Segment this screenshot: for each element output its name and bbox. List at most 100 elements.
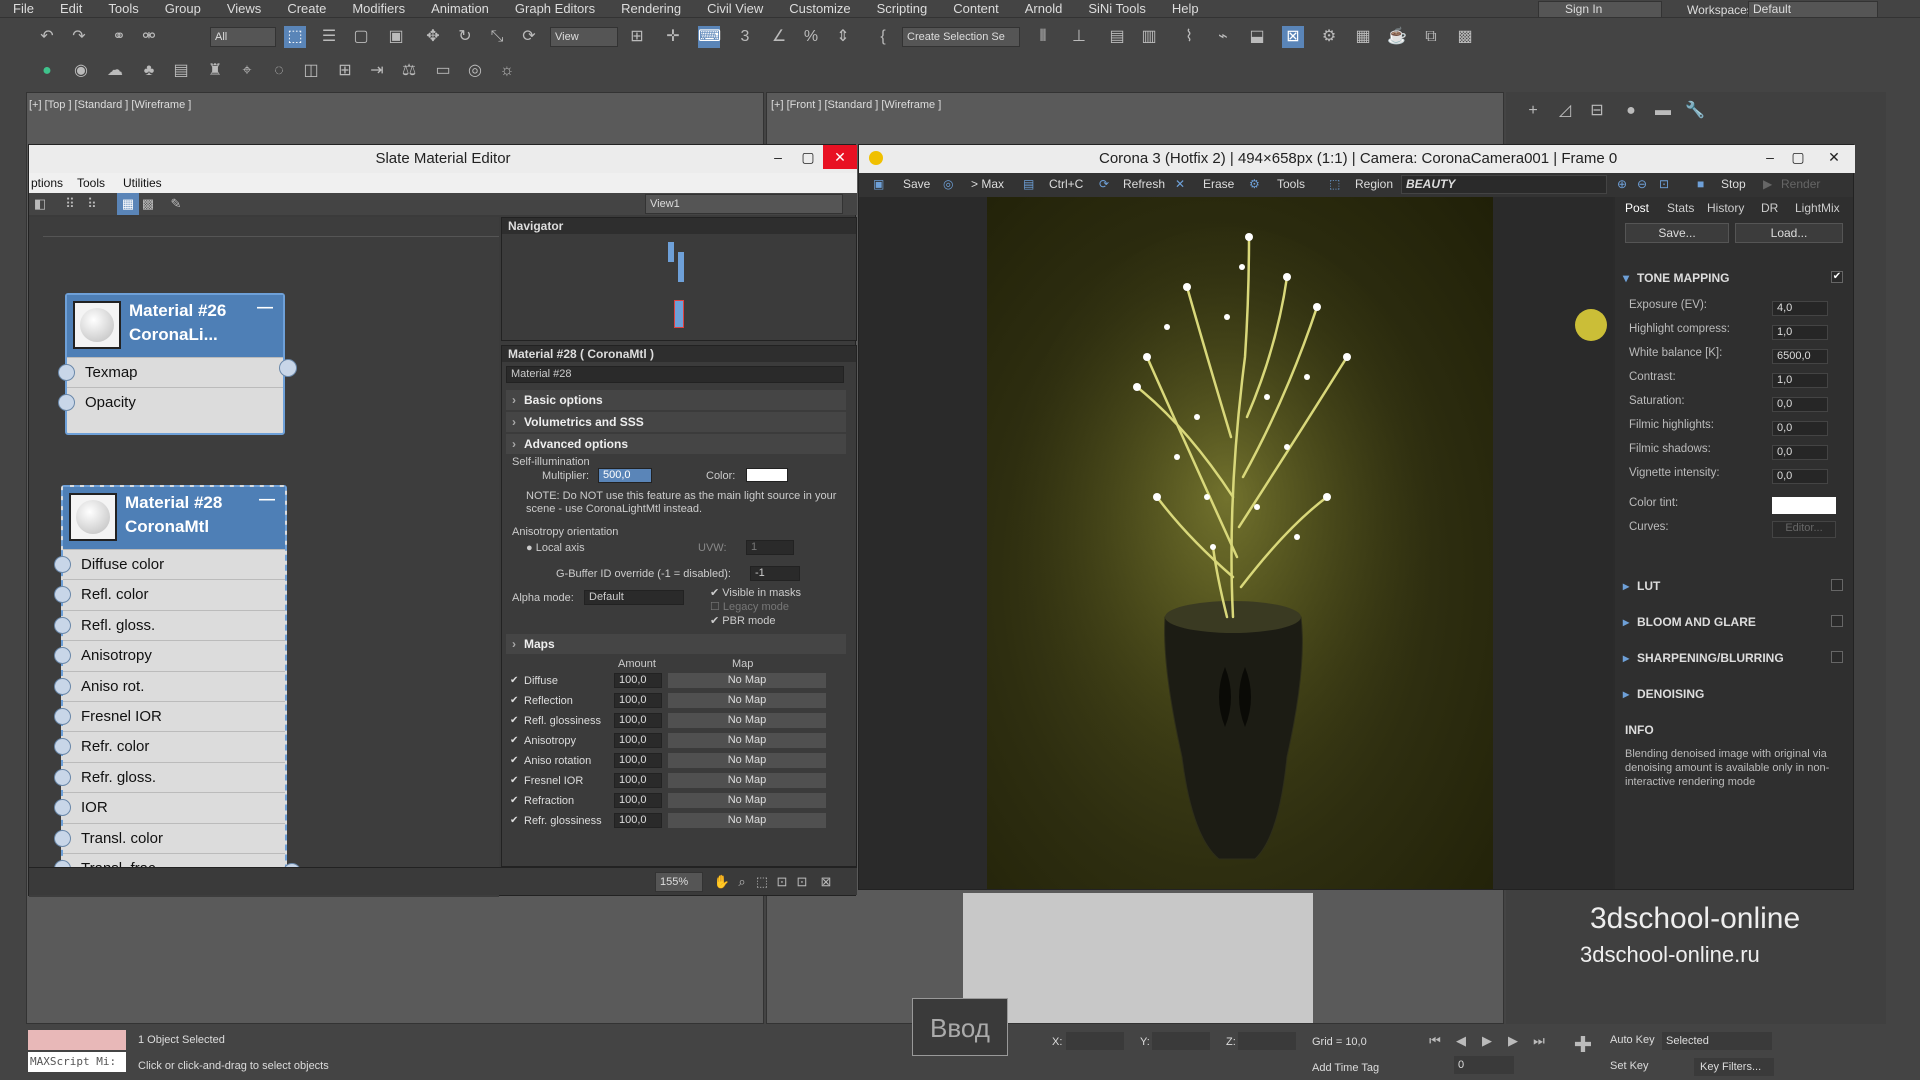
viewport-top-label[interactable]: [+] [Top ] [Standard ] [Wireframe ]: [29, 99, 191, 111]
slot-texmap[interactable]: Texmap: [58, 357, 283, 387]
pan-to-selected-icon[interactable]: ⊠: [815, 871, 837, 893]
bloom-glare-checkbox[interactable]: [1831, 615, 1843, 627]
color-tint-swatch[interactable]: [1772, 497, 1836, 514]
layout-all-icon[interactable]: ▦: [117, 193, 139, 215]
menu-item[interactable]: Modifiers: [339, 1, 418, 16]
refresh-button[interactable]: Refresh: [1123, 177, 1165, 191]
input-socket-icon[interactable]: [54, 556, 71, 573]
menu-item[interactable]: Help: [1159, 1, 1212, 16]
export-icon[interactable]: ⇥: [366, 60, 388, 82]
map-slot-button[interactable]: No Map: [668, 673, 826, 688]
spinner-snap-icon[interactable]: ⇕: [832, 26, 854, 48]
tab-history[interactable]: History: [1707, 201, 1744, 215]
zoom-in-icon[interactable]: ⊕: [1617, 177, 1627, 191]
sharpening-checkbox[interactable]: [1831, 651, 1843, 663]
minimize-icon[interactable]: –: [761, 145, 795, 169]
slate-menu-tools[interactable]: Tools: [77, 176, 105, 190]
copy-icon[interactable]: ▤: [1023, 177, 1034, 191]
curves-editor-button[interactable]: Editor...: [1772, 521, 1836, 538]
collapse-icon[interactable]: —: [257, 299, 273, 317]
rollout-basic-options[interactable]: Basic options: [506, 390, 846, 410]
tone-mapping-value-field[interactable]: 0,0: [1772, 469, 1828, 484]
schematic-view-icon[interactable]: ⌁: [1212, 26, 1234, 48]
rollout-maps[interactable]: Maps: [506, 634, 846, 654]
x-coord-field[interactable]: [1066, 1032, 1124, 1050]
key-mode-select[interactable]: Selected: [1662, 1032, 1772, 1050]
erase-button[interactable]: Erase: [1203, 177, 1234, 191]
tone-mapping-value-field[interactable]: 4,0: [1772, 301, 1828, 316]
node-slot[interactable]: Transl. color: [54, 822, 285, 853]
lut-checkbox[interactable]: [1831, 579, 1843, 591]
stop-icon[interactable]: ■: [1697, 177, 1704, 191]
percent-snap-icon[interactable]: %: [800, 26, 822, 48]
zoom-out-icon[interactable]: ⊖: [1637, 177, 1647, 191]
map-amount-field[interactable]: 100,0: [614, 813, 662, 828]
sphere-icon[interactable]: ◉: [70, 60, 92, 82]
mirror-icon[interactable]: ⫴: [1032, 26, 1054, 48]
tone-mapping-value-field[interactable]: 0,0: [1772, 421, 1828, 436]
tone-mapping-value-field[interactable]: 0,0: [1772, 397, 1828, 412]
hide-unused-icon[interactable]: ✎: [165, 193, 187, 215]
node-slot[interactable]: Refl. gloss.: [54, 609, 285, 640]
slot-opacity[interactable]: Opacity: [58, 387, 283, 417]
render-icon[interactable]: ▶: [1763, 177, 1772, 191]
map-amount-field[interactable]: 100,0: [614, 693, 662, 708]
erase-icon[interactable]: ✕: [1175, 177, 1185, 191]
map-amount-field[interactable]: 100,0: [614, 733, 662, 748]
curve-editor-icon[interactable]: ⌇: [1178, 26, 1200, 48]
menu-item[interactable]: Civil View: [694, 1, 776, 16]
post-save-button[interactable]: Save...: [1625, 223, 1729, 243]
tone-mapping-value-field[interactable]: 1,0: [1772, 325, 1828, 340]
node-slot[interactable]: Anisotropy: [54, 640, 285, 670]
scan-icon[interactable]: ⌖: [236, 60, 258, 82]
node-view[interactable]: Material #26 CoronaLi... — Texmap Opacit…: [29, 217, 499, 897]
selection-filter-select[interactable]: All: [210, 27, 276, 47]
go-to-end-icon[interactable]: ⏭: [1528, 1030, 1550, 1052]
tone-mapping-value-field[interactable]: 6500,0: [1772, 349, 1828, 364]
next-frame-icon[interactable]: ▶: [1502, 1030, 1524, 1052]
prev-frame-icon[interactable]: ◀: [1450, 1030, 1472, 1052]
create-tab-icon[interactable]: +: [1522, 100, 1544, 122]
collapse-icon[interactable]: —: [259, 491, 275, 509]
zoom-fit-icon[interactable]: ⊡: [1659, 177, 1669, 191]
edit-named-sets-icon[interactable]: {: [872, 26, 894, 48]
maximize-icon[interactable]: ▢: [791, 145, 825, 169]
uvw-field[interactable]: 1: [746, 540, 794, 555]
nav-viewport-frame[interactable]: [674, 300, 684, 328]
region-select-icon[interactable]: ▢: [350, 26, 372, 48]
pbr-mode-checkbox[interactable]: ✔ PBR mode: [710, 614, 775, 627]
angle-snap-icon[interactable]: ∠: [768, 26, 790, 48]
node-slot[interactable]: Refr. gloss.: [54, 761, 285, 792]
tone-mapping-value-field[interactable]: 0,0: [1772, 445, 1828, 460]
menu-item[interactable]: Views: [214, 1, 274, 16]
map-amount-field[interactable]: 100,0: [614, 753, 662, 768]
redo-icon[interactable]: ↷: [68, 26, 90, 48]
hierarchy-tab-icon[interactable]: ⊟: [1586, 100, 1608, 122]
select-object-icon[interactable]: ⬚: [284, 26, 306, 48]
menu-item[interactable]: Arnold: [1012, 1, 1076, 16]
input-socket-icon[interactable]: [58, 394, 75, 411]
tab-post[interactable]: Post: [1625, 201, 1649, 215]
menu-item[interactable]: Graph Editors: [502, 1, 608, 16]
select-by-name-icon[interactable]: ☰: [318, 26, 340, 48]
stop-button[interactable]: Stop: [1721, 177, 1746, 191]
map-amount-field[interactable]: 100,0: [614, 713, 662, 728]
tone-mapping-value-field[interactable]: 1,0: [1772, 373, 1828, 388]
rotate-icon[interactable]: ↻: [454, 26, 476, 48]
key-filters-button[interactable]: Key Filters...: [1694, 1058, 1774, 1076]
sharpening-section[interactable]: SHARPENING/BLURRING: [1623, 651, 1845, 665]
tab-lightmix[interactable]: LightMix: [1795, 201, 1840, 215]
go-to-start-icon[interactable]: ⏮: [1424, 1030, 1446, 1052]
bulb-icon[interactable]: ☼: [496, 60, 518, 82]
navigator-panel[interactable]: Navigator: [501, 217, 857, 341]
menu-item[interactable]: Create: [274, 1, 339, 16]
z-coord-field[interactable]: [1238, 1032, 1296, 1050]
menu-item[interactable]: SiNi Tools: [1075, 1, 1159, 16]
rendered-frame-icon[interactable]: ▦: [1352, 26, 1374, 48]
pivot-icon[interactable]: ⊞: [626, 26, 648, 48]
render-iterative-icon[interactable]: ⧉: [1420, 26, 1442, 48]
map-enable-checkbox[interactable]: ✔: [510, 775, 521, 786]
map-slot-button[interactable]: No Map: [668, 813, 826, 828]
unlink-icon[interactable]: ⚮: [138, 26, 160, 48]
input-socket-icon[interactable]: [58, 364, 75, 381]
